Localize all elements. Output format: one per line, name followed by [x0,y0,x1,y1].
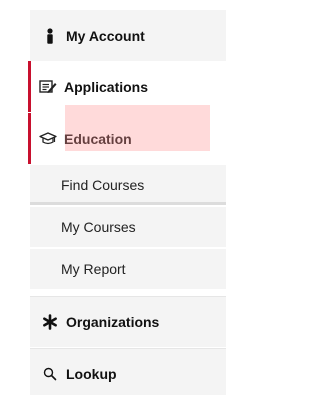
sidebar-menu: My Account Applications Education Find C… [0,0,240,395]
menu-item-label: My Account [66,27,145,44]
submenu-item-my-courses[interactable]: My Courses [30,207,226,247]
menu-item-applications[interactable]: Applications [28,61,226,112]
menu-item-lookup[interactable]: Lookup [30,348,226,395]
submenu-item-my-report[interactable]: My Report [30,249,226,289]
divider [30,202,226,205]
submenu-item-find-courses[interactable]: Find Courses [30,165,226,205]
menu-item-label: Lookup [66,366,117,382]
submenu-item-label: My Courses [61,219,136,235]
menu-item-label: Education [64,130,132,147]
menu-item-education[interactable]: Education [28,113,226,164]
submenu-item-label: My Report [61,261,126,277]
submenu-item-label: Find Courses [61,177,145,193]
person-icon [40,26,60,46]
menu-item-label: Organizations [66,314,160,330]
edit-form-icon [38,77,58,97]
search-icon [40,364,60,384]
menu-item-organizations[interactable]: Organizations [30,296,226,347]
asterisk-icon [40,312,60,332]
menu-item-my-account[interactable]: My Account [30,10,226,61]
menu-item-label: Applications [64,78,149,95]
graduation-cap-icon [38,129,58,149]
